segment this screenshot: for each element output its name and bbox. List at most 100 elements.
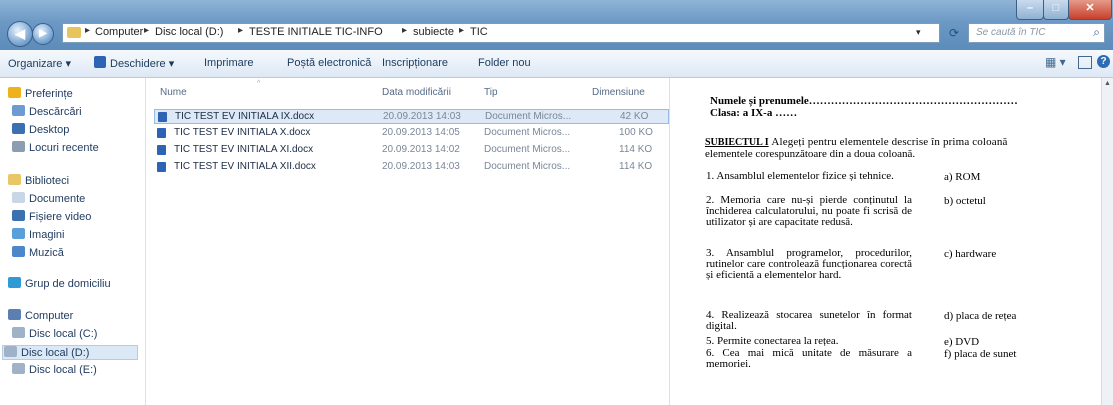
sidebar-item-label: Documente xyxy=(29,193,86,205)
sidebar-item-imagini[interactable]: Imagini xyxy=(12,228,64,241)
sidebar-item-locuri-recente[interactable]: Locuri recente xyxy=(12,141,99,154)
search-icon[interactable]: ⌕ xyxy=(1093,25,1100,40)
sidebar-item-muzic-[interactable]: Muzică xyxy=(12,246,64,259)
preview-scrollbar[interactable]: ▲ xyxy=(1101,78,1113,405)
email-button[interactable]: Poștă electronică xyxy=(287,57,371,69)
star-icon xyxy=(8,87,21,98)
file-date: 20.09.2013 14:05 xyxy=(382,127,460,138)
print-button[interactable]: Imprimare xyxy=(204,57,254,69)
class-line: Clasa: a IX-a …… xyxy=(710,107,798,119)
folder-icon xyxy=(67,27,81,38)
sidebar-item-disc-local-e-[interactable]: Disc local (E:) xyxy=(12,363,97,376)
breadcrumb-subiecte[interactable]: subiecte xyxy=(413,26,454,38)
burn-button[interactable]: Inscripționare xyxy=(382,57,448,69)
help-icon[interactable]: ? xyxy=(1097,55,1110,68)
answer-option: a) ROM xyxy=(944,171,981,183)
view-options-icon[interactable]: ▦ ▾ xyxy=(1045,55,1066,69)
column-header-name[interactable]: Nume xyxy=(160,87,187,98)
sidebar-item-disc-local-d-[interactable]: Disc local (D:) xyxy=(2,345,138,360)
file-row[interactable]: TIC TEST EV INITIALA IX.docx 20.09.2013 1… xyxy=(154,109,669,124)
sidebar-item-documente[interactable]: Documente xyxy=(12,192,85,205)
column-header-type[interactable]: Tip xyxy=(484,87,498,98)
question-item: 1. Ansamblul elementelor fizice și tehni… xyxy=(706,170,894,182)
title-bar: – □ ✕ ◀ ▶ ▸ Computer ▸ Disc local (D:) ▸… xyxy=(0,0,1113,50)
word-document-icon xyxy=(94,56,106,68)
question-item: 3. Ansamblul programelor, procedurilor, … xyxy=(706,247,912,281)
sidebar-item-label: Fișiere video xyxy=(29,211,92,223)
command-bar: Organizare ▾ Deschidere ▾ Imprimare Poșt… xyxy=(0,50,1113,78)
file-name: TIC TEST EV INITIALA XI.docx xyxy=(174,144,314,155)
sidebar-item-label: Grup de domiciliu xyxy=(25,278,111,290)
sidebar-item-desc-rc-ri[interactable]: Descărcări xyxy=(12,105,82,118)
breadcrumb-computer[interactable]: Computer xyxy=(95,26,143,38)
answer-option: c) hardware xyxy=(944,248,997,260)
computer-icon xyxy=(8,309,21,320)
file-row[interactable]: TIC TEST EV INITIALA X.docx 20.09.2013 14… xyxy=(154,126,669,141)
sidebar-item-biblioteci[interactable]: Biblioteci xyxy=(8,174,69,187)
question-item: 5. Permite conectarea la rețea. xyxy=(706,335,839,347)
docx-file-icon xyxy=(158,112,167,122)
column-header-size[interactable]: Dimensiune xyxy=(592,87,645,98)
sort-arrow-icon: ^ xyxy=(257,80,261,87)
file-row[interactable]: TIC TEST EV INITIALA XII.docx 20.09.2013 … xyxy=(154,160,669,175)
pictures-icon xyxy=(12,228,25,239)
recent-places-icon xyxy=(12,141,25,152)
sidebar-item-disc-local-c-[interactable]: Disc local (C:) xyxy=(12,327,97,340)
file-row[interactable]: TIC TEST EV INITIALA XI.docx 20.09.2013 1… xyxy=(154,143,669,158)
column-header-date[interactable]: Data modificării xyxy=(382,87,451,98)
preview-pane: Numele și prenumele………………………………………………… C… xyxy=(669,78,1102,405)
documents-icon xyxy=(12,192,25,203)
sidebar-item-label: Computer xyxy=(25,310,74,322)
sidebar-item-label: Imagini xyxy=(29,229,65,241)
new-folder-button[interactable]: Folder nou xyxy=(478,57,531,69)
dropdown-arrow-icon[interactable]: ▾ xyxy=(916,27,921,38)
file-date: 20.09.2013 14:02 xyxy=(382,144,460,155)
file-size: 100 KO xyxy=(619,127,653,138)
docx-file-icon xyxy=(157,145,166,155)
sidebar-item-computer[interactable]: Computer xyxy=(8,309,73,322)
navigation-pane: Preferințe Descărcări Desktop Locuri recent… xyxy=(0,78,146,405)
breadcrumb-teste-initiale[interactable]: TESTE INITIALE TIC-INFO xyxy=(249,26,383,38)
refresh-button[interactable]: ⟳ xyxy=(944,24,964,42)
organize-menu[interactable]: Organizare ▾ xyxy=(8,57,71,70)
question-item: 2. Memoria care nu-și pierde conținutul … xyxy=(706,194,912,228)
file-name: TIC TEST EV INITIALA XII.docx xyxy=(174,161,316,172)
minimize-button[interactable]: – xyxy=(1016,0,1044,20)
docx-file-icon xyxy=(157,162,166,172)
sidebar-item-label: Disc local (C:) xyxy=(29,328,98,340)
sidebar-item-label: Muzică xyxy=(29,247,64,259)
file-type: Document Micros... xyxy=(485,111,572,122)
student-name-line: Numele și prenumele………………………………………………… xyxy=(710,95,1018,107)
drive-d-icon xyxy=(4,346,17,357)
sidebar-item-preferin-e[interactable]: Preferințe xyxy=(8,87,73,100)
answer-option: d) placa de rețea xyxy=(944,310,1017,322)
forward-button[interactable]: ▶ xyxy=(32,23,54,45)
sidebar-item-grup-de-domiciliu[interactable]: Grup de domiciliu xyxy=(8,277,111,290)
search-box[interactable]: Se caută în TIC ⌕ xyxy=(968,23,1105,43)
file-date: 20.09.2013 14:03 xyxy=(382,161,460,172)
sidebar-item-label: Locuri recente xyxy=(29,142,99,154)
close-button[interactable]: ✕ xyxy=(1068,0,1112,20)
file-date: 20.09.2013 14:03 xyxy=(383,111,461,122)
breadcrumb-tic[interactable]: TIC xyxy=(470,26,488,38)
address-bar[interactable]: ▸ Computer ▸ Disc local (D:) ▸ TESTE INI… xyxy=(62,23,940,43)
subject-instruction-continued: elementele corespunzătoare din a doua co… xyxy=(705,148,916,160)
question-item: 4. Realizează stocarea sunetelor în form… xyxy=(706,309,912,332)
maximize-button[interactable]: □ xyxy=(1043,0,1069,20)
search-input[interactable]: Se caută în TIC xyxy=(976,27,1045,38)
sidebar-item-desktop[interactable]: Desktop xyxy=(12,123,69,136)
scroll-up-icon[interactable]: ▲ xyxy=(1104,80,1111,87)
sidebar-item-fi-iere-video[interactable]: Fișiere video xyxy=(12,210,91,223)
preview-pane-icon[interactable] xyxy=(1078,56,1092,69)
file-type: Document Micros... xyxy=(484,161,571,172)
desktop-icon xyxy=(12,123,25,134)
sidebar-item-label: Descărcări xyxy=(29,106,82,118)
breadcrumb-drive-d[interactable]: Disc local (D:) xyxy=(155,26,223,38)
drive-c-icon xyxy=(12,327,25,338)
file-size: 42 KO xyxy=(620,111,649,122)
answer-option: f) placa de sunet xyxy=(944,348,1017,360)
open-menu[interactable]: Deschidere ▾ xyxy=(110,57,174,70)
music-icon xyxy=(12,246,25,257)
back-button[interactable]: ◀ xyxy=(7,21,33,47)
sidebar-item-label: Disc local (D:) xyxy=(21,347,90,359)
